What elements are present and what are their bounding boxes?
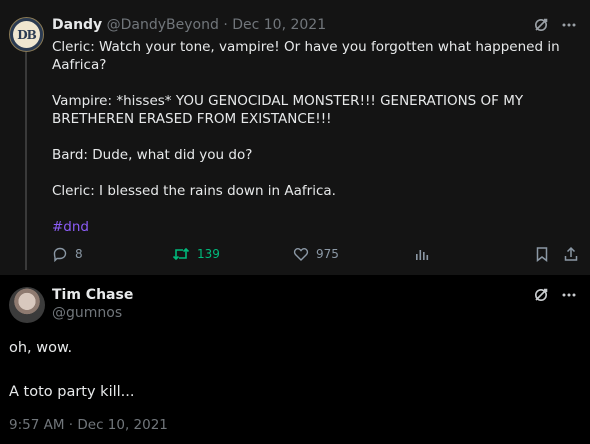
- avatar-monogram: DB: [13, 21, 40, 48]
- more-icon[interactable]: [560, 16, 578, 34]
- reply-count: 8: [75, 247, 83, 261]
- hashtag-link[interactable]: #dnd: [52, 218, 89, 236]
- avatar[interactable]: [9, 287, 45, 323]
- translate-icon[interactable]: [532, 16, 550, 34]
- tweet-top-actions: [532, 286, 578, 304]
- like-icon: [293, 246, 309, 262]
- share-button[interactable]: [563, 246, 579, 262]
- tweet-line: Vampire: *hisses* YOU GENOCIDAL MONSTER!…: [52, 93, 524, 127]
- retweet-button[interactable]: 139: [172, 246, 220, 262]
- handle[interactable]: @gumnos: [52, 305, 122, 321]
- retweet-icon: [172, 246, 190, 262]
- tweet-line: oh, wow.: [9, 340, 73, 356]
- reply-icon: [52, 246, 68, 262]
- tweet-line: Bard: Dude, what did you do?: [52, 147, 253, 163]
- parent-tweet[interactable]: DB Dandy @DandyBeyond · Dec 10, 2021 Cle…: [0, 0, 590, 275]
- bookmark-icon: [534, 246, 550, 262]
- tweet-header: Dandy @DandyBeyond · Dec 10, 2021: [52, 17, 326, 37]
- analytics-icon: [414, 246, 430, 262]
- tweet-timestamp[interactable]: 9:57 AM · Dec 10, 2021: [9, 417, 168, 433]
- tweet-line: Cleric: Watch your tone, vampire! Or hav…: [52, 39, 560, 73]
- like-count: 975: [316, 247, 339, 261]
- share-icon: [563, 246, 579, 262]
- handle[interactable]: @DandyBeyond: [107, 17, 219, 33]
- reply-button[interactable]: 8: [52, 246, 83, 262]
- tweet-text: oh, wow. A toto party kill...: [9, 337, 135, 403]
- tweet-line: Cleric: I blessed the rains down in Aafr…: [52, 183, 336, 199]
- bookmark-button[interactable]: [534, 246, 550, 262]
- display-name[interactable]: Dandy: [52, 17, 102, 33]
- tweet-top-actions: [532, 16, 578, 34]
- separator: ·: [223, 17, 228, 33]
- thread-connector-line: [25, 48, 27, 270]
- tweet-text: Cleric: Watch your tone, vampire! Or hav…: [52, 38, 572, 200]
- tweet-date[interactable]: Dec 10, 2021: [232, 17, 326, 33]
- retweet-count: 139: [197, 247, 220, 261]
- analytics-button[interactable]: [414, 246, 430, 262]
- reply-tweet[interactable]: Tim Chase @gumnos oh, wow. A toto party …: [0, 275, 590, 444]
- display-name[interactable]: Tim Chase: [52, 287, 133, 303]
- translate-icon[interactable]: [532, 286, 550, 304]
- more-icon[interactable]: [560, 286, 578, 304]
- tweet-action-bar: 8 139 975: [52, 246, 582, 266]
- like-button[interactable]: 975: [293, 246, 339, 262]
- tweet-line: A toto party kill...: [9, 384, 135, 400]
- avatar[interactable]: DB: [9, 17, 44, 52]
